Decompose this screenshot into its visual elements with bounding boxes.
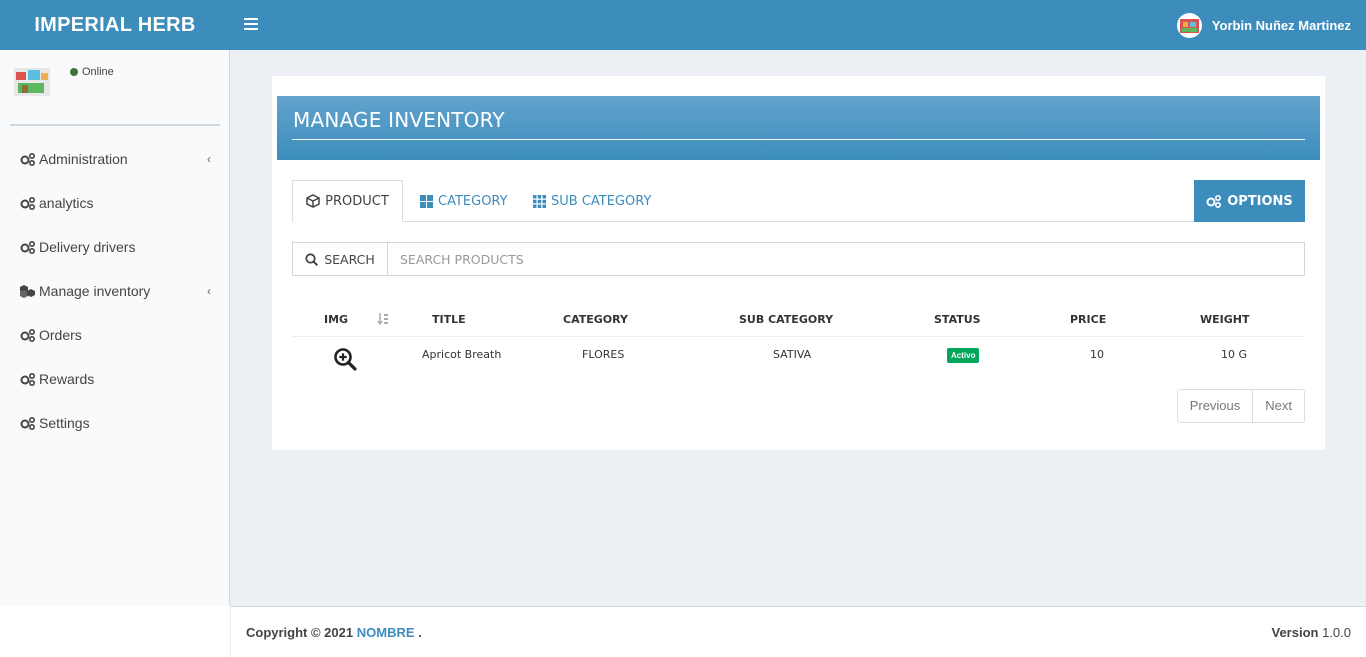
tab-label: SUB CATEGORY — [551, 193, 652, 209]
column-header-weight[interactable]: WEIGHT — [1200, 313, 1249, 326]
sidebar-item-delivery-drivers[interactable]: Delivery drivers — [0, 225, 229, 269]
sort-icon[interactable] — [377, 312, 389, 325]
sidebar-item-orders[interactable]: Orders — [0, 313, 229, 357]
user-menu[interactable]: Yorbin Nuñez Martinez — [1176, 0, 1351, 50]
options-label: OPTIONS — [1227, 193, 1293, 209]
version-info: Version 1.0.0 — [1271, 625, 1351, 640]
tab-label: CATEGORY — [438, 193, 508, 209]
gears-icon — [20, 152, 36, 166]
gears-icon — [20, 196, 36, 210]
sidebar-item-label: Administration — [39, 151, 128, 167]
tab-sub-category[interactable]: SUB CATEGORY — [533, 180, 651, 222]
grid-large-icon — [420, 194, 433, 208]
cell-price: 10 — [1090, 348, 1104, 361]
sidebar: Online Administration ‹ analytics Delive… — [0, 50, 230, 606]
column-header-title[interactable]: TITLE — [432, 313, 466, 326]
sidebar-toggle-icon[interactable] — [244, 18, 258, 30]
search-bar: SEARCH — [292, 242, 1305, 276]
online-status: Online — [70, 66, 114, 78]
online-dot-icon — [70, 68, 78, 76]
main-content: MANAGE INVENTORY PRODUCT CATEGORY SUB CA… — [231, 50, 1366, 606]
column-header-img[interactable]: IMG — [324, 313, 348, 326]
sidebar-item-settings[interactable]: Settings — [0, 401, 229, 445]
gears-icon — [20, 416, 36, 430]
chevron-left-icon: ‹ — [207, 284, 211, 298]
pagination: Previous Next — [1176, 389, 1305, 423]
status-badge: Activo — [947, 348, 980, 363]
sidebar-menu: Administration ‹ analytics Delivery driv… — [0, 137, 229, 445]
options-button[interactable]: OPTIONS — [1194, 180, 1305, 222]
tab-product[interactable]: PRODUCT — [292, 180, 403, 222]
previous-button[interactable]: Previous — [1178, 390, 1253, 422]
gears-icon — [1206, 194, 1222, 208]
column-header-status[interactable]: STATUS — [934, 313, 981, 326]
cell-category: FLORES — [582, 348, 625, 361]
column-header-category[interactable]: CATEGORY — [563, 313, 628, 326]
cell-weight: 10 G — [1221, 348, 1248, 361]
inventory-tabs: PRODUCT CATEGORY SUB CATEGORY OPTIONS — [292, 180, 1305, 222]
zoom-in-icon[interactable] — [333, 347, 357, 371]
search-input[interactable] — [388, 243, 1304, 275]
sidebar-item-rewards[interactable]: Rewards — [0, 357, 229, 401]
search-label: SEARCH — [324, 251, 375, 267]
cubes-icon — [20, 285, 35, 298]
gears-icon — [20, 240, 36, 254]
company-link[interactable]: NOMBRE — [357, 625, 415, 640]
copyright: Copyright © 2021 NOMBRE . — [246, 625, 422, 640]
table-header: IMG TITLE CATEGORY SUB CATEGORY STATUS P… — [292, 302, 1305, 337]
sidebar-item-label: analytics — [39, 195, 94, 211]
search-button[interactable]: SEARCH — [293, 243, 388, 275]
inventory-panel: MANAGE INVENTORY PRODUCT CATEGORY SUB CA… — [272, 76, 1325, 450]
cell-title: Apricot Breath — [422, 348, 502, 361]
sidebar-item-label: Rewards — [39, 371, 95, 387]
gears-icon — [20, 328, 36, 342]
footer: Copyright © 2021 NOMBRE . Version 1.0.0 — [231, 606, 1366, 657]
top-navbar: IMPERIAL HERB Yorbin Nuñez Martinez — [0, 0, 1366, 50]
header-divider — [292, 139, 1305, 140]
tab-label: PRODUCT — [325, 193, 389, 209]
sidebar-item-analytics[interactable]: analytics — [0, 181, 229, 225]
cube-icon — [306, 194, 320, 208]
sidebar-item-label: Manage inventory — [39, 283, 151, 299]
search-icon — [305, 252, 319, 266]
sidebar-item-manage-inventory[interactable]: Manage inventory ‹ — [0, 269, 229, 313]
page-title: MANAGE INVENTORY — [293, 108, 505, 132]
tab-category[interactable]: CATEGORY — [420, 180, 508, 222]
user-panel: Online — [10, 60, 220, 126]
next-button[interactable]: Next — [1252, 390, 1304, 422]
sidebar-item-label: Settings — [39, 415, 90, 431]
chevron-left-icon: ‹ — [207, 152, 211, 166]
cell-sub-category: SATIVA — [773, 348, 812, 361]
products-table: IMG TITLE CATEGORY SUB CATEGORY STATUS P… — [292, 302, 1305, 377]
gears-icon — [20, 372, 36, 386]
sidebar-item-label: Delivery drivers — [39, 239, 136, 255]
column-header-sub-category[interactable]: SUB CATEGORY — [739, 313, 833, 326]
table-row: Apricot Breath FLORES SATIVA Activo 10 1… — [292, 337, 1305, 377]
footer-left-filler — [0, 606, 230, 657]
sidebar-item-label: Orders — [39, 327, 82, 343]
user-name: Yorbin Nuñez Martinez — [1211, 17, 1351, 33]
brand-logo[interactable]: IMPERIAL HERB — [0, 0, 230, 50]
avatar — [10, 60, 55, 105]
avatar — [1176, 12, 1202, 38]
column-header-price[interactable]: PRICE — [1070, 313, 1106, 326]
panel-header: MANAGE INVENTORY — [277, 96, 1320, 160]
sidebar-item-administration[interactable]: Administration ‹ — [0, 137, 229, 181]
grid-small-icon — [533, 194, 546, 208]
